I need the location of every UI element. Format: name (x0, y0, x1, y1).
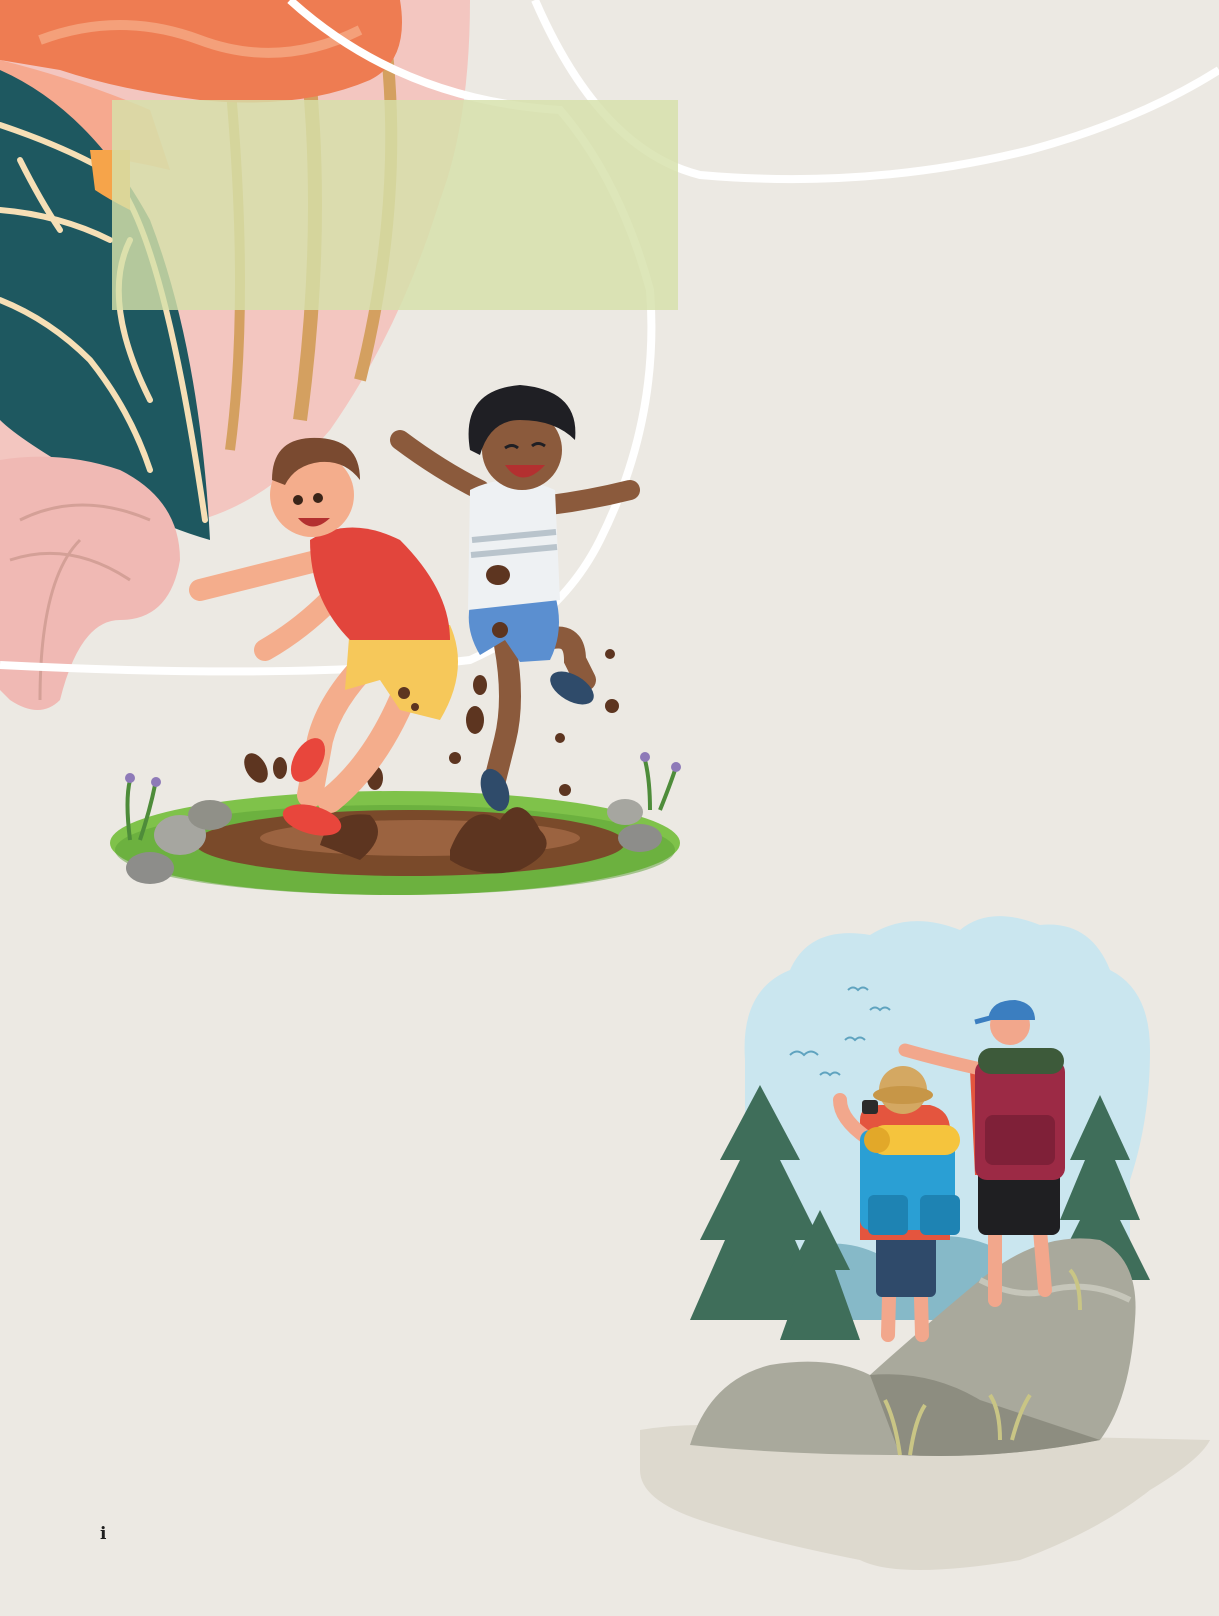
hikers-illustration (640, 916, 1210, 1570)
page-number-mark: i (100, 1524, 107, 1544)
title-box (112, 100, 678, 310)
